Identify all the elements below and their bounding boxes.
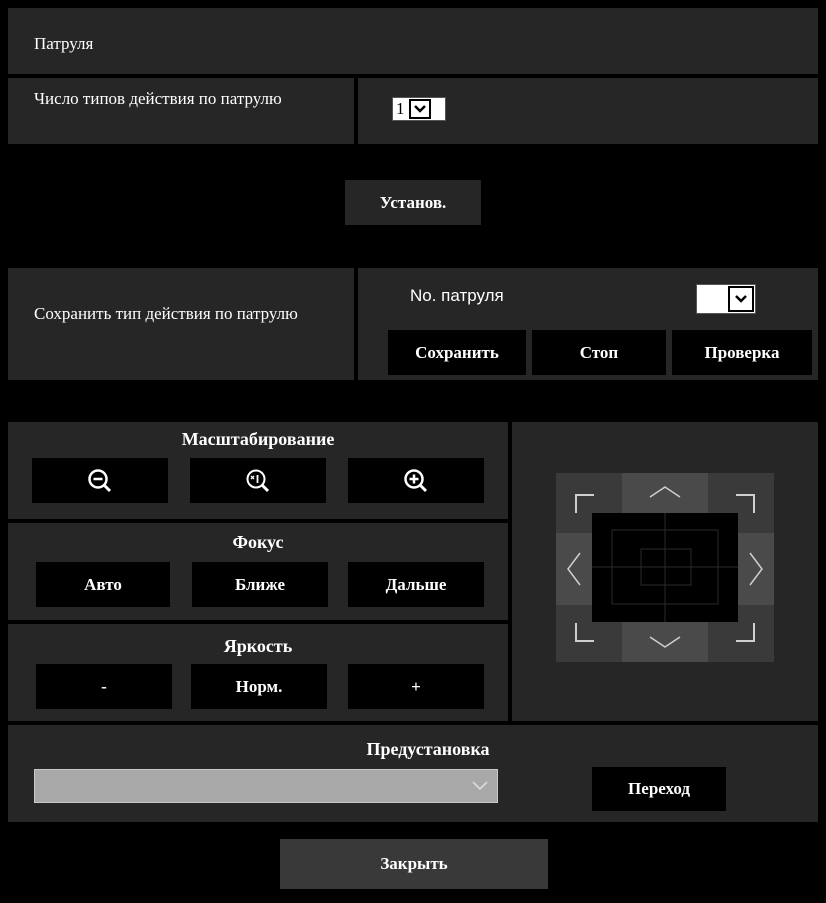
close-button[interactable]: Закрыть — [280, 839, 548, 889]
patrol-title: Патруля — [34, 34, 94, 53]
chevron-down-icon — [408, 99, 431, 119]
arrow-right-icon[interactable] — [738, 533, 774, 605]
save-type-label-cell: Сохранить тип действия по патрулю — [8, 268, 354, 380]
focus-panel: Фокус Авто Ближе Дальше — [8, 523, 508, 620]
save-button[interactable]: Сохранить — [388, 330, 526, 375]
focus-far-button[interactable]: Дальше — [348, 562, 484, 607]
zoom-x1-button[interactable] — [190, 458, 326, 503]
brightness-minus-button[interactable]: - — [36, 664, 172, 709]
chevron-down-icon — [471, 780, 489, 792]
num-types-select-value: 1 — [396, 99, 405, 118]
patrol-no-select[interactable] — [696, 284, 756, 314]
zoom-panel: Масштабирование — [8, 422, 508, 519]
arrow-left-icon[interactable] — [556, 533, 592, 605]
save-type-controls-cell: No. патруля Сохранить Стоп Проверка — [358, 268, 818, 380]
num-types-value-cell: 1 — [358, 78, 818, 144]
zoom-in-button[interactable] — [348, 458, 484, 503]
arrow-down-icon[interactable] — [622, 622, 708, 662]
num-types-label-cell: Число типов действия по патрулю — [8, 78, 354, 144]
brightness-normal-button[interactable]: Норм. — [191, 664, 327, 709]
pan-tilt-panel — [512, 422, 818, 721]
preset-title: Предустановка — [366, 739, 490, 759]
zoom-out-button[interactable] — [32, 458, 168, 503]
chevron-down-icon — [728, 286, 754, 312]
zoom-title: Масштабирование — [181, 429, 335, 449]
zoom-x1-icon — [245, 468, 271, 494]
preset-panel: Предустановка Переход — [8, 725, 818, 822]
arrow-up-icon[interactable] — [622, 473, 708, 513]
preset-go-button[interactable]: Переход — [592, 767, 726, 811]
num-types-label: Число типов действия по патрулю — [34, 89, 282, 108]
patrol-no-label: No. патруля — [410, 286, 504, 305]
patrol-no-select-value — [697, 285, 727, 313]
zoom-out-icon — [87, 468, 113, 494]
brightness-title: Яркость — [223, 636, 293, 656]
num-types-select[interactable]: 1 — [392, 97, 446, 121]
patrol-header: Патруля — [8, 8, 818, 74]
check-button[interactable]: Проверка — [672, 330, 812, 375]
focus-title: Фокус — [232, 532, 284, 552]
focus-auto-button[interactable]: Авто — [36, 562, 170, 607]
save-type-label: Сохранить тип действия по патрулю — [34, 304, 298, 323]
brightness-panel: Яркость - Норм. + — [8, 624, 508, 721]
set-button[interactable]: Установ. — [345, 180, 481, 225]
stop-button[interactable]: Стоп — [532, 330, 666, 375]
brightness-plus-button[interactable]: + — [348, 664, 484, 709]
preset-select[interactable] — [34, 769, 498, 803]
zoom-in-icon — [403, 468, 429, 494]
focus-near-button[interactable]: Ближе — [192, 562, 328, 607]
